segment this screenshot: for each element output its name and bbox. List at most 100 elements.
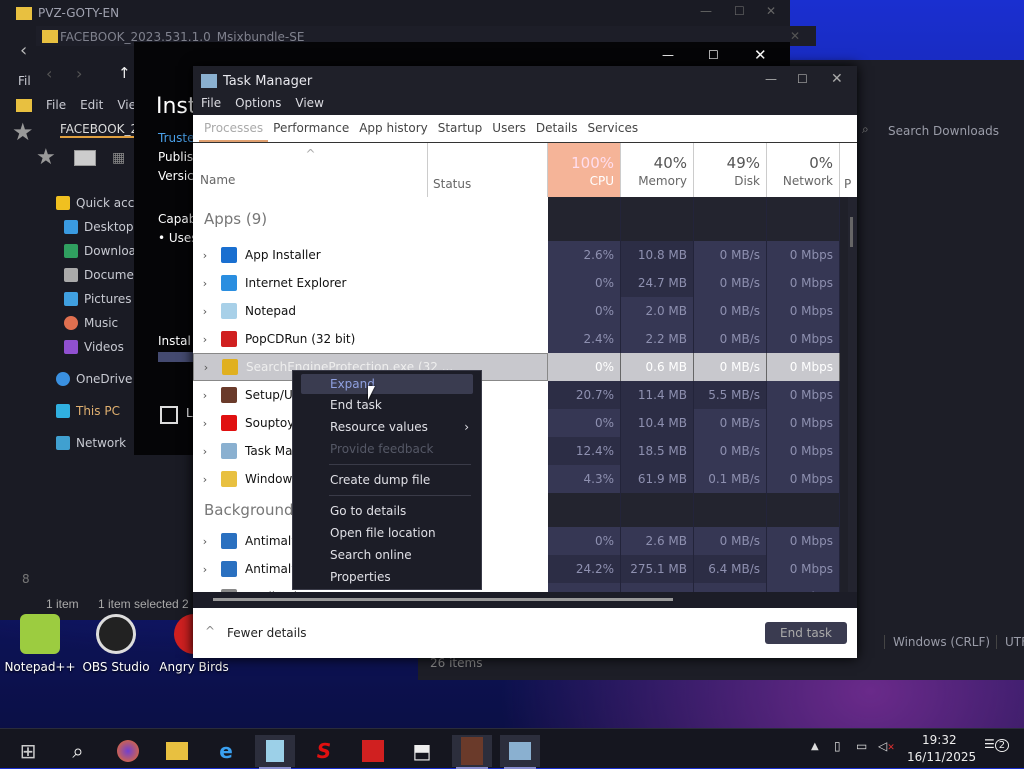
horizontal-scrollbar[interactable] xyxy=(193,592,857,608)
search-downloads-input[interactable]: Search Downloads xyxy=(888,124,999,138)
menu-file[interactable]: File xyxy=(201,96,221,115)
setup-icon[interactable] xyxy=(452,735,492,769)
tab-app-history[interactable]: App history xyxy=(354,115,433,142)
process-row[interactable]: › Souptoys 0% 10.4 MB 0 MB/s 0 Mbps xyxy=(193,409,840,437)
maximize-button[interactable]: ☐ xyxy=(708,48,719,62)
column-memory[interactable]: 40% Memory xyxy=(621,143,694,197)
expand-chevron-icon[interactable]: › xyxy=(193,417,217,430)
fewer-details-button[interactable]: Fewer details xyxy=(227,626,307,640)
menu-item-go-to-details[interactable]: Go to details xyxy=(293,501,481,521)
column-disk[interactable]: 49% Disk xyxy=(694,143,767,197)
nav-forward-icon[interactable]: › xyxy=(76,64,82,83)
menu-item-properties[interactable]: Properties xyxy=(293,567,481,587)
end-task-button[interactable]: End task xyxy=(765,622,847,644)
desktop-icon-notepadpp[interactable]: Notepad++ xyxy=(0,614,80,674)
expand-chevron-icon[interactable]: › xyxy=(193,535,217,548)
search-icon[interactable]: ⌕ xyxy=(58,735,98,767)
menu-edit[interactable]: Edit xyxy=(80,98,103,112)
process-row[interactable]: › Windows 4.3% 61.9 MB 0.1 MB/s 0 Mbps xyxy=(193,465,840,493)
close-button[interactable]: ✕ xyxy=(766,4,776,18)
process-row[interactable]: › Internet Explorer 0% 24.7 MB 0 MB/s 0 Mbps xyxy=(193,269,840,297)
tab-processes[interactable]: Processes xyxy=(199,115,269,142)
encoding-status[interactable]: UTF xyxy=(996,635,1024,649)
menu-item-search-online[interactable]: Search online xyxy=(293,545,481,565)
expand-chevron-icon[interactable]: › xyxy=(193,305,217,318)
expand-chevron-icon[interactable]: › xyxy=(193,249,217,262)
sidebar-pictures[interactable]: Pictures xyxy=(64,292,132,306)
process-row[interactable]: › Task Man 12.4% 18.5 MB 0 MB/s 0 Mbps xyxy=(193,437,840,465)
back-arrow-icon[interactable]: ‹ xyxy=(20,40,27,61)
process-row[interactable]: › Antimalw 24.2% 275.1 MB 6.4 MB/s 0 Mbps xyxy=(193,555,840,583)
file-explorer-icon[interactable] xyxy=(157,735,197,767)
close-button[interactable]: ✕ xyxy=(754,46,767,64)
souptoys-icon[interactable]: S xyxy=(304,735,344,767)
expand-chevron-icon[interactable]: › xyxy=(193,277,217,290)
vertical-scrollbar[interactable] xyxy=(848,197,857,592)
sidebar-this-pc[interactable]: This PC xyxy=(56,404,120,418)
column-network[interactable]: 0% Network xyxy=(767,143,840,197)
process-row[interactable]: › Notepad 0% 2.0 MB 0 MB/s 0 Mbps xyxy=(193,297,840,325)
sidebar-onedrive[interactable]: OneDrive xyxy=(56,372,132,386)
expand-chevron-icon[interactable]: › xyxy=(193,333,217,346)
minimize-button[interactable]: — xyxy=(765,72,777,86)
internet-explorer-icon[interactable]: e xyxy=(206,735,246,767)
process-row[interactable]: › Antimalw 0% 2.6 MB 0 MB/s 0 Mbps xyxy=(193,527,840,555)
clock-time[interactable]: 19:32 xyxy=(922,733,957,747)
app-installer-icon[interactable]: ⬒ xyxy=(402,735,442,767)
sidebar-videos[interactable]: Videos xyxy=(64,340,124,354)
up-arrow-icon[interactable]: ↑ xyxy=(118,64,131,82)
section-header[interactable]: Background xyxy=(193,493,840,527)
expand-chevron-icon[interactable]: › xyxy=(193,445,217,458)
menu-file[interactable]: File xyxy=(46,98,66,112)
tab-startup[interactable]: Startup xyxy=(433,115,488,142)
process-row[interactable]: › SearchEngineProtection.exe (32 ... 0% 0.6… xyxy=(193,353,840,381)
section-header[interactable]: Apps (9) xyxy=(193,197,840,241)
process-row[interactable]: › PopCDRun (32 bit) 2.4% 2.2 MB 0 MB/s 0 Mbps xyxy=(193,325,840,353)
windows-icon[interactable]: ▦ xyxy=(112,150,125,166)
menu-item-resource-values[interactable]: Resource values › xyxy=(293,417,481,437)
chevron-up-icon[interactable]: ^ xyxy=(205,624,215,638)
launch-checkbox[interactable] xyxy=(160,406,178,424)
column-status[interactable]: Status xyxy=(428,143,548,197)
column-power[interactable]: P xyxy=(840,143,857,197)
close-button[interactable]: ✕ xyxy=(790,29,800,43)
menu-options[interactable]: Options xyxy=(235,96,281,115)
task-manager-icon[interactable] xyxy=(500,735,540,769)
favorite-star-icon[interactable]: ★ xyxy=(36,145,56,170)
minimize-button[interactable]: — xyxy=(700,4,712,18)
history-icon[interactable] xyxy=(74,150,96,166)
maximize-button[interactable]: ☐ xyxy=(734,4,745,18)
menu-item-create-dump-file[interactable]: Create dump file xyxy=(293,470,481,490)
popcdrun-icon[interactable] xyxy=(353,735,393,767)
eol-status[interactable]: Windows (CRLF) xyxy=(884,635,990,649)
device-icon[interactable]: ▯ xyxy=(834,739,841,753)
sidebar-desktop[interactable]: Desktop xyxy=(64,220,134,234)
expand-chevron-icon[interactable]: › xyxy=(193,389,217,402)
menu-item-end-task[interactable]: End task xyxy=(293,395,481,415)
process-row[interactable]: › App Installer 2.6% 10.8 MB 0 MB/s 0 Mbps xyxy=(193,241,840,269)
notepad-icon[interactable] xyxy=(255,735,295,769)
menu-item-open-file-location[interactable]: Open file location xyxy=(293,523,481,543)
tab-performance[interactable]: Performance xyxy=(268,115,354,142)
minimize-button[interactable]: — xyxy=(662,48,674,62)
nav-back-icon[interactable]: ‹ xyxy=(46,64,52,83)
close-button[interactable]: ✕ xyxy=(831,71,843,87)
volume-muted-icon[interactable]: ◁✕ xyxy=(878,739,895,753)
process-row[interactable]: › Setup/Ur 20.7% 11.4 MB 5.5 MB/s 0 Mbps xyxy=(193,381,840,409)
expand-chevron-icon[interactable]: › xyxy=(193,563,217,576)
folder-breadcrumb[interactable]: FACEBOOK_2 xyxy=(60,122,139,138)
maximize-button[interactable]: ☐ xyxy=(797,72,808,86)
clock-date[interactable]: 16/11/2025 xyxy=(907,750,976,764)
tab-details[interactable]: Details xyxy=(531,115,583,142)
notification-center-button[interactable]: ☰ 2 xyxy=(984,737,1010,752)
file-tab[interactable]: Fil xyxy=(18,74,31,88)
column-name[interactable]: ^ Name xyxy=(193,143,428,197)
show-hidden-icons[interactable]: ▲ xyxy=(811,741,819,752)
menu-item-expand[interactable]: Expand xyxy=(301,374,473,394)
start-button[interactable]: ⊞ xyxy=(8,735,48,767)
process-row[interactable]: ›Applicati0%2.2 MB0 MB/s0 Mbps xyxy=(193,583,840,592)
trusted-link[interactable]: Truste xyxy=(158,131,194,145)
tab-users[interactable]: Users xyxy=(487,115,531,142)
desktop-icon-obs[interactable]: OBS Studio xyxy=(76,614,156,674)
firefox-icon[interactable] xyxy=(108,735,148,767)
